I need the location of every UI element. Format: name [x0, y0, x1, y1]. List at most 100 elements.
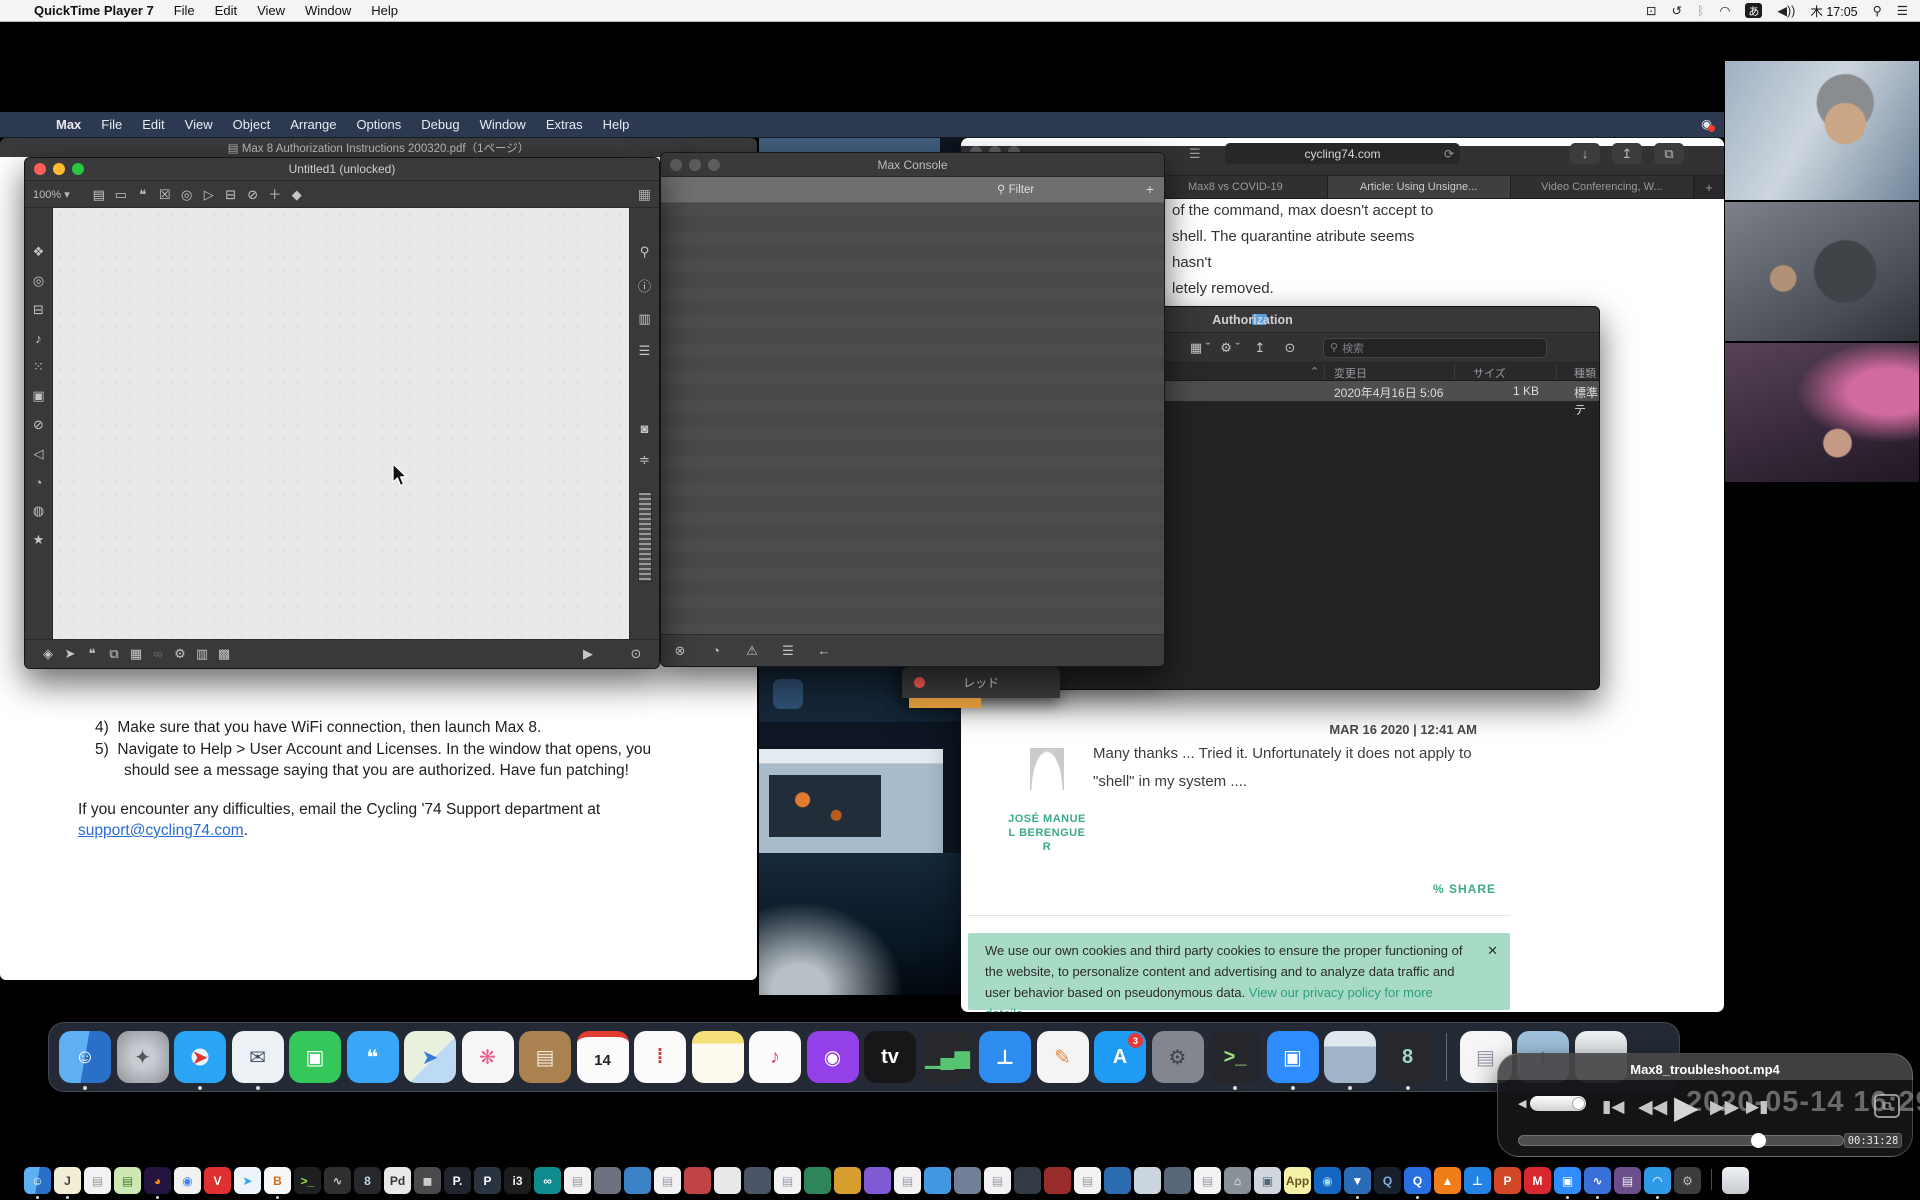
- tools-icon[interactable]: ⚙: [169, 646, 191, 662]
- layers-icon[interactable]: ⧉: [103, 646, 125, 662]
- dock-app[interactable]: [624, 1167, 651, 1199]
- dock-app[interactable]: ▤: [1194, 1167, 1221, 1199]
- keyboard-icon[interactable]: ▥: [191, 646, 213, 662]
- dock-podcasts[interactable]: ◉: [807, 1031, 859, 1090]
- dock-zoom-host[interactable]: ▣: [1554, 1167, 1581, 1199]
- dock-app[interactable]: ▤: [1074, 1167, 1101, 1199]
- menu-item-view[interactable]: View: [257, 3, 285, 18]
- tab-video-conferencing-w[interactable]: Video Conferencing, W...: [1511, 176, 1694, 198]
- list-icon[interactable]: ☰: [634, 343, 656, 359]
- support-email-link[interactable]: support@cycling74.com: [78, 822, 244, 839]
- lock-icon[interactable]: ◈: [37, 646, 59, 662]
- column-kind[interactable]: 種類: [1574, 365, 1596, 381]
- sphere-icon[interactable]: ◍: [28, 503, 50, 519]
- time-machine-icon[interactable]: ↺: [1671, 3, 1681, 18]
- clear-console-icon[interactable]: ⊗: [669, 643, 691, 659]
- pdf-titlebar[interactable]: ▤ Max 8 Authorization Instructions 20032…: [0, 138, 757, 157]
- dock-pages[interactable]: ✎: [1037, 1031, 1089, 1090]
- sort-caret-icon[interactable]: ⌃: [1310, 365, 1319, 378]
- attach-icon[interactable]: ⊘: [28, 417, 50, 433]
- object-box-icon[interactable]: ▭: [110, 187, 132, 203]
- patcher-window-controls[interactable]: [34, 163, 84, 175]
- patcher-titlebar[interactable]: Untitled1 (unlocked): [25, 158, 659, 181]
- dock-system-preferences[interactable]: ⚙: [1152, 1031, 1204, 1090]
- new-tab-button[interactable]: +: [1694, 176, 1724, 198]
- dial-icon[interactable]: ⊘: [242, 187, 264, 203]
- patcher-canvas[interactable]: [53, 208, 629, 639]
- share-post-button[interactable]: % SHARE: [1433, 882, 1496, 896]
- dock-app[interactable]: [1014, 1167, 1041, 1199]
- search-field[interactable]: ⚲ 検索: [1323, 338, 1547, 358]
- dock-powerpoint[interactable]: P: [1494, 1167, 1521, 1199]
- progress-bar[interactable]: [1518, 1135, 1844, 1146]
- menu-item-window[interactable]: Window: [480, 117, 526, 132]
- column-size[interactable]: サイズ: [1473, 365, 1506, 381]
- participant-video-1[interactable]: [1724, 60, 1920, 201]
- dock-clapper[interactable]: ▼: [1344, 1167, 1371, 1199]
- speaker-icon[interactable]: ◁: [28, 446, 50, 462]
- grid2-icon[interactable]: ▦: [125, 646, 147, 662]
- dock-launchpad[interactable]: ✦: [117, 1031, 169, 1090]
- power-icon[interactable]: ⊙: [625, 646, 647, 662]
- dock-zoom[interactable]: ▣: [1267, 1031, 1319, 1090]
- participant-video-2[interactable]: [1724, 201, 1920, 342]
- tab-max8-vs-covid-19[interactable]: Max8 vs COVID-19: [1144, 176, 1327, 198]
- volume-knob[interactable]: [1572, 1097, 1585, 1110]
- dock-app-store[interactable]: A3: [1094, 1031, 1146, 1090]
- rows-icon[interactable]: ☰: [777, 643, 799, 659]
- dock-chrome[interactable]: ◉: [174, 1167, 201, 1199]
- link-icon[interactable]: ∞: [147, 646, 169, 661]
- volume-icon[interactable]: ◀)): [1777, 3, 1795, 18]
- dock-pure-data[interactable]: Pd: [384, 1167, 411, 1199]
- dock-maps[interactable]: ➤: [404, 1031, 456, 1090]
- dock-trash-host[interactable]: [1722, 1167, 1749, 1199]
- message-box-icon[interactable]: ▷: [198, 187, 220, 203]
- menu-item-help[interactable]: Help: [603, 117, 630, 132]
- console-log-area[interactable]: [661, 203, 1164, 634]
- menu-item-arrange[interactable]: Arrange: [290, 117, 336, 132]
- mixer-icon[interactable]: ≑: [634, 452, 656, 468]
- dock-vivaldi[interactable]: V: [204, 1167, 231, 1199]
- bluetooth-icon[interactable]: ᛒ: [1697, 4, 1705, 18]
- dock-keynote-host[interactable]: ⊥: [1464, 1167, 1491, 1199]
- dock-notes[interactable]: [692, 1031, 744, 1090]
- action-gear-icon[interactable]: ⚙ ˇ: [1219, 340, 1241, 356]
- dock-home-app[interactable]: ⌂: [1224, 1167, 1251, 1199]
- warning-icon[interactable]: ⚠: [741, 643, 763, 659]
- dock-photos[interactable]: ❋: [462, 1031, 514, 1090]
- post-author[interactable]: JOSÉ MANUEL BERENGUER: [1008, 812, 1086, 854]
- view-icon[interactable]: ▦ ˇ: [1189, 340, 1211, 356]
- dock-finder[interactable]: ☺: [59, 1031, 111, 1090]
- tabs-icon[interactable]: ⧉: [1654, 143, 1684, 164]
- dock-quicktime7-dark[interactable]: Q: [1374, 1167, 1401, 1199]
- dock-stickies[interactable]: J: [54, 1167, 81, 1199]
- dock-app[interactable]: [834, 1167, 861, 1199]
- dock-green-notes[interactable]: ▤: [114, 1167, 141, 1199]
- recording-icon[interactable]: ◉: [1701, 116, 1712, 131]
- clock-icon[interactable]: ◔: [705, 643, 727, 658]
- dock-app[interactable]: [684, 1167, 711, 1199]
- volume-slider[interactable]: ◀: [1518, 1096, 1586, 1111]
- dock-mega[interactable]: M: [1524, 1167, 1551, 1199]
- dock-mail[interactable]: ✉: [232, 1031, 284, 1090]
- skip-back-icon[interactable]: ▮◀: [1602, 1097, 1624, 1117]
- dock-stocks[interactable]: ▁▄▆: [922, 1031, 974, 1090]
- console-window-controls[interactable]: [670, 159, 720, 171]
- input-source-icon[interactable]: あ: [1745, 3, 1762, 18]
- dock-window-preview[interactable]: [1324, 1031, 1376, 1090]
- dock-vlc[interactable]: ▲: [1434, 1167, 1461, 1199]
- dock-app[interactable]: [1044, 1167, 1071, 1199]
- close-icon[interactable]: ✕: [1487, 940, 1498, 961]
- filter-field[interactable]: ⚲ Filter: [997, 182, 1034, 196]
- dock-max-8-host[interactable]: 8: [354, 1167, 381, 1199]
- sequencer-icon[interactable]: ⁙: [28, 359, 50, 375]
- toggle-icon[interactable]: ☒: [154, 187, 176, 203]
- dock-arduino[interactable]: ∞: [534, 1167, 561, 1199]
- spotlight-icon[interactable]: ⚲: [1873, 3, 1882, 18]
- dock-finder[interactable]: ☺: [24, 1167, 51, 1199]
- dock-app[interactable]: [714, 1167, 741, 1199]
- console-titlebar[interactable]: Max Console: [661, 153, 1164, 177]
- dock-app[interactable]: [804, 1167, 831, 1199]
- grid-toggle-icon[interactable]: ▦: [638, 186, 651, 203]
- dock-app[interactable]: [1164, 1167, 1191, 1199]
